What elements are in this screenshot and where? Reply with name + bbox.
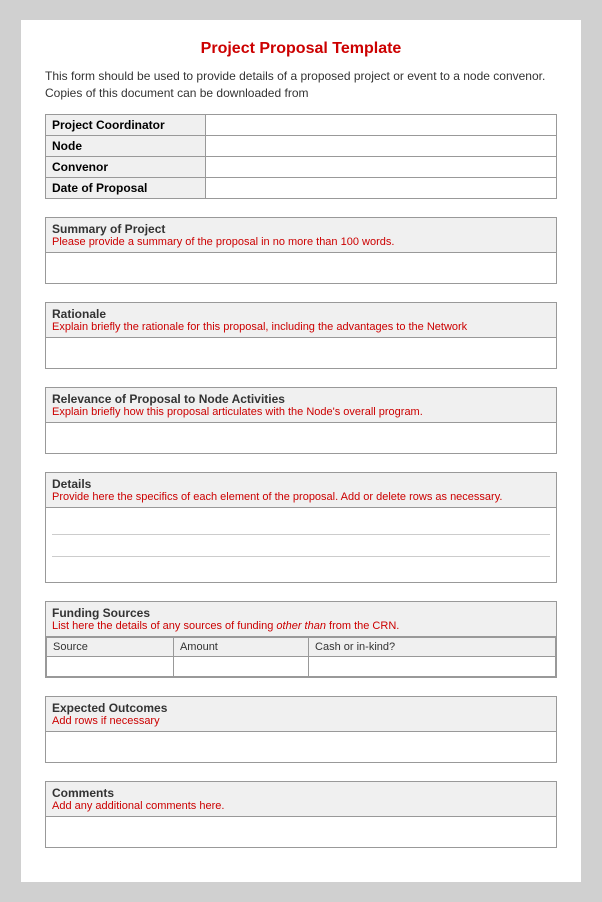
section-details-body[interactable] (46, 508, 556, 582)
section-outcomes-title: Expected Outcomes (52, 701, 550, 715)
info-row-1: Node (46, 135, 557, 156)
section-details-subtitle: Provide here the specifics of each eleme… (52, 491, 550, 503)
section-summary-subtitle: Please provide a summary of the proposal… (52, 236, 550, 248)
intro-text: This form should be used to provide deta… (45, 68, 557, 102)
section-rationale-title: Rationale (52, 307, 550, 321)
section-relevance-subtitle: Explain briefly how this proposal articu… (52, 406, 550, 418)
section-funding: Funding Sources List here the details of… (45, 601, 557, 678)
section-comments-title: Comments (52, 786, 550, 800)
info-row-2: Convenor (46, 156, 557, 177)
section-rationale-subtitle: Explain briefly the rationale for this p… (52, 321, 550, 333)
info-value-3[interactable] (206, 177, 557, 198)
section-details: Details Provide here the specifics of ea… (45, 472, 557, 583)
section-rationale-body[interactable] (46, 338, 556, 368)
section-details-header: Details Provide here the specifics of ea… (46, 473, 556, 508)
section-summary-row[interactable] (52, 257, 550, 279)
info-row-0: Project Coordinator (46, 114, 557, 135)
funding-col-amount: Amount (173, 637, 308, 656)
section-relevance-body[interactable] (46, 423, 556, 453)
section-outcomes-subtitle: Add rows if necessary (52, 715, 550, 727)
section-rationale: Rationale Explain briefly the rationale … (45, 302, 557, 369)
funding-row-1[interactable] (47, 656, 556, 676)
section-details-row-1[interactable] (52, 512, 550, 534)
funding-cell-cash-1[interactable] (309, 656, 556, 676)
funding-col-source: Source (47, 637, 174, 656)
section-summary-title: Summary of Project (52, 222, 550, 236)
funding-cell-source-1[interactable] (47, 656, 174, 676)
section-funding-header: Funding Sources List here the details of… (46, 602, 556, 637)
section-rationale-row[interactable] (52, 342, 550, 364)
section-outcomes: Expected Outcomes Add rows if necessary (45, 696, 557, 763)
section-comments-body[interactable] (46, 817, 556, 847)
section-funding-title: Funding Sources (52, 606, 550, 620)
section-comments-subtitle: Add any additional comments here. (52, 800, 550, 812)
section-relevance: Relevance of Proposal to Node Activities… (45, 387, 557, 454)
info-row-3: Date of Proposal (46, 177, 557, 198)
section-comments-header: Comments Add any additional comments her… (46, 782, 556, 817)
section-relevance-header: Relevance of Proposal to Node Activities… (46, 388, 556, 423)
section-relevance-row[interactable] (52, 427, 550, 449)
section-summary: Summary of Project Please provide a summ… (45, 217, 557, 284)
section-details-row-2[interactable] (52, 534, 550, 556)
page-container: Project Proposal Template This form shou… (21, 20, 581, 882)
section-comments-row[interactable] (52, 821, 550, 843)
funding-col-cash: Cash or in-kind? (309, 637, 556, 656)
info-value-1[interactable] (206, 135, 557, 156)
info-label-0: Project Coordinator (46, 114, 206, 135)
section-summary-header: Summary of Project Please provide a summ… (46, 218, 556, 253)
section-details-title: Details (52, 477, 550, 491)
section-comments: Comments Add any additional comments her… (45, 781, 557, 848)
section-outcomes-header: Expected Outcomes Add rows if necessary (46, 697, 556, 732)
info-label-2: Convenor (46, 156, 206, 177)
funding-table: Source Amount Cash or in-kind? (46, 637, 556, 677)
info-label-1: Node (46, 135, 206, 156)
info-table: Project Coordinator Node Convenor Date o… (45, 114, 557, 199)
page-title: Project Proposal Template (45, 40, 557, 58)
info-label-3: Date of Proposal (46, 177, 206, 198)
section-rationale-header: Rationale Explain briefly the rationale … (46, 303, 556, 338)
info-value-0[interactable] (206, 114, 557, 135)
info-value-2[interactable] (206, 156, 557, 177)
section-details-row-3[interactable] (52, 556, 550, 578)
section-funding-subtitle: List here the details of any sources of … (52, 620, 550, 632)
section-outcomes-body[interactable] (46, 732, 556, 762)
section-summary-body[interactable] (46, 253, 556, 283)
funding-cell-amount-1[interactable] (173, 656, 308, 676)
section-outcomes-row[interactable] (52, 736, 550, 758)
section-relevance-title: Relevance of Proposal to Node Activities (52, 392, 550, 406)
